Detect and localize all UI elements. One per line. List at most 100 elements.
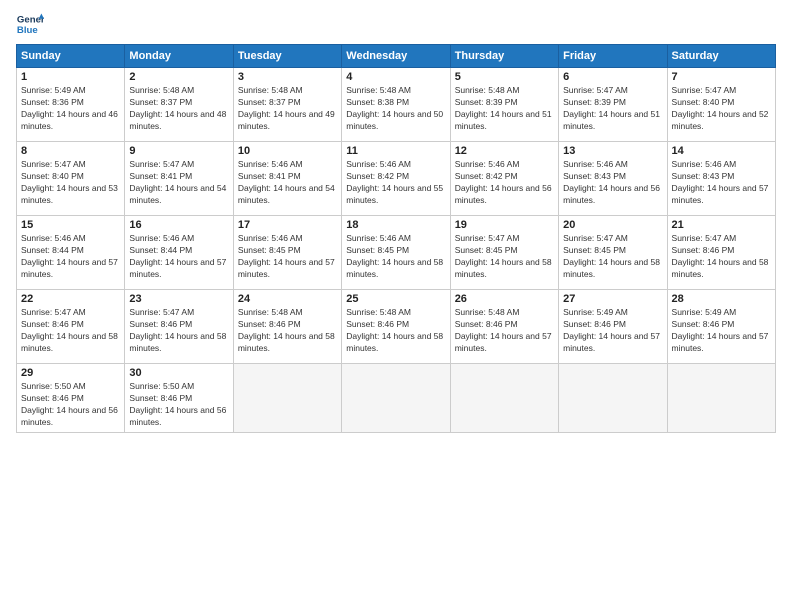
day-detail: Sunrise: 5:48 AMSunset: 8:46 PMDaylight:…: [346, 307, 443, 353]
day-number: 28: [672, 293, 771, 305]
day-number: 6: [563, 71, 662, 83]
day-detail: Sunrise: 5:48 AMSunset: 8:38 PMDaylight:…: [346, 85, 443, 131]
day-number: 23: [129, 293, 228, 305]
calendar-cell: 23 Sunrise: 5:47 AMSunset: 8:46 PMDaylig…: [125, 290, 233, 364]
day-detail: Sunrise: 5:49 AMSunset: 8:46 PMDaylight:…: [563, 307, 660, 353]
calendar-cell: 15 Sunrise: 5:46 AMSunset: 8:44 PMDaylig…: [17, 216, 125, 290]
calendar-cell: 26 Sunrise: 5:48 AMSunset: 8:46 PMDaylig…: [450, 290, 558, 364]
calendar-cell: 24 Sunrise: 5:48 AMSunset: 8:46 PMDaylig…: [233, 290, 341, 364]
day-number: 19: [455, 219, 554, 231]
calendar-cell: 8 Sunrise: 5:47 AMSunset: 8:40 PMDayligh…: [17, 142, 125, 216]
day-number: 7: [672, 71, 771, 83]
day-detail: Sunrise: 5:46 AMSunset: 8:42 PMDaylight:…: [346, 159, 443, 205]
weekday-header-sunday: Sunday: [17, 45, 125, 68]
calendar-cell: [667, 364, 775, 433]
weekday-header-row: SundayMondayTuesdayWednesdayThursdayFrid…: [17, 45, 776, 68]
calendar-cell: 19 Sunrise: 5:47 AMSunset: 8:45 PMDaylig…: [450, 216, 558, 290]
day-detail: Sunrise: 5:50 AMSunset: 8:46 PMDaylight:…: [129, 381, 226, 427]
calendar-cell: 3 Sunrise: 5:48 AMSunset: 8:37 PMDayligh…: [233, 68, 341, 142]
day-detail: Sunrise: 5:49 AMSunset: 8:36 PMDaylight:…: [21, 85, 118, 131]
day-number: 24: [238, 293, 337, 305]
calendar-cell: 12 Sunrise: 5:46 AMSunset: 8:42 PMDaylig…: [450, 142, 558, 216]
day-detail: Sunrise: 5:46 AMSunset: 8:42 PMDaylight:…: [455, 159, 552, 205]
day-number: 4: [346, 71, 445, 83]
week-row-3: 15 Sunrise: 5:46 AMSunset: 8:44 PMDaylig…: [17, 216, 776, 290]
calendar-cell: 1 Sunrise: 5:49 AMSunset: 8:36 PMDayligh…: [17, 68, 125, 142]
day-number: 1: [21, 71, 120, 83]
day-number: 14: [672, 145, 771, 157]
calendar-cell: 16 Sunrise: 5:46 AMSunset: 8:44 PMDaylig…: [125, 216, 233, 290]
day-detail: Sunrise: 5:47 AMSunset: 8:46 PMDaylight:…: [672, 233, 769, 279]
calendar-cell: 4 Sunrise: 5:48 AMSunset: 8:38 PMDayligh…: [342, 68, 450, 142]
calendar-cell: 14 Sunrise: 5:46 AMSunset: 8:43 PMDaylig…: [667, 142, 775, 216]
weekday-header-tuesday: Tuesday: [233, 45, 341, 68]
day-detail: Sunrise: 5:46 AMSunset: 8:45 PMDaylight:…: [346, 233, 443, 279]
week-row-1: 1 Sunrise: 5:49 AMSunset: 8:36 PMDayligh…: [17, 68, 776, 142]
day-detail: Sunrise: 5:48 AMSunset: 8:37 PMDaylight:…: [129, 85, 226, 131]
day-detail: Sunrise: 5:48 AMSunset: 8:39 PMDaylight:…: [455, 85, 552, 131]
day-number: 2: [129, 71, 228, 83]
day-detail: Sunrise: 5:46 AMSunset: 8:41 PMDaylight:…: [238, 159, 335, 205]
calendar-cell: 25 Sunrise: 5:48 AMSunset: 8:46 PMDaylig…: [342, 290, 450, 364]
week-row-4: 22 Sunrise: 5:47 AMSunset: 8:46 PMDaylig…: [17, 290, 776, 364]
calendar-cell: 5 Sunrise: 5:48 AMSunset: 8:39 PMDayligh…: [450, 68, 558, 142]
day-number: 13: [563, 145, 662, 157]
day-detail: Sunrise: 5:48 AMSunset: 8:46 PMDaylight:…: [455, 307, 552, 353]
svg-text:Blue: Blue: [17, 25, 38, 36]
day-number: 9: [129, 145, 228, 157]
calendar-cell: 29 Sunrise: 5:50 AMSunset: 8:46 PMDaylig…: [17, 364, 125, 433]
day-number: 3: [238, 71, 337, 83]
calendar-cell: 27 Sunrise: 5:49 AMSunset: 8:46 PMDaylig…: [559, 290, 667, 364]
day-number: 29: [21, 367, 120, 379]
day-detail: Sunrise: 5:47 AMSunset: 8:46 PMDaylight:…: [129, 307, 226, 353]
day-detail: Sunrise: 5:47 AMSunset: 8:39 PMDaylight:…: [563, 85, 660, 131]
calendar-cell: [342, 364, 450, 433]
calendar-cell: 7 Sunrise: 5:47 AMSunset: 8:40 PMDayligh…: [667, 68, 775, 142]
day-number: 21: [672, 219, 771, 231]
weekday-header-wednesday: Wednesday: [342, 45, 450, 68]
calendar-cell: 9 Sunrise: 5:47 AMSunset: 8:41 PMDayligh…: [125, 142, 233, 216]
calendar-cell: 22 Sunrise: 5:47 AMSunset: 8:46 PMDaylig…: [17, 290, 125, 364]
calendar-cell: 30 Sunrise: 5:50 AMSunset: 8:46 PMDaylig…: [125, 364, 233, 433]
svg-text:General: General: [17, 14, 44, 25]
logo-icon: General Blue: [16, 10, 44, 38]
weekday-header-saturday: Saturday: [667, 45, 775, 68]
day-number: 8: [21, 145, 120, 157]
day-number: 10: [238, 145, 337, 157]
day-detail: Sunrise: 5:47 AMSunset: 8:45 PMDaylight:…: [563, 233, 660, 279]
calendar-cell: 28 Sunrise: 5:49 AMSunset: 8:46 PMDaylig…: [667, 290, 775, 364]
day-detail: Sunrise: 5:47 AMSunset: 8:40 PMDaylight:…: [21, 159, 118, 205]
calendar-cell: 18 Sunrise: 5:46 AMSunset: 8:45 PMDaylig…: [342, 216, 450, 290]
calendar-cell: 17 Sunrise: 5:46 AMSunset: 8:45 PMDaylig…: [233, 216, 341, 290]
page: General Blue SundayMondayTuesdayWednesda…: [0, 0, 792, 612]
day-detail: Sunrise: 5:47 AMSunset: 8:46 PMDaylight:…: [21, 307, 118, 353]
calendar-cell: [559, 364, 667, 433]
calendar-cell: 6 Sunrise: 5:47 AMSunset: 8:39 PMDayligh…: [559, 68, 667, 142]
calendar-cell: [233, 364, 341, 433]
logo: General Blue: [16, 10, 44, 38]
day-number: 15: [21, 219, 120, 231]
day-detail: Sunrise: 5:46 AMSunset: 8:43 PMDaylight:…: [672, 159, 769, 205]
day-number: 5: [455, 71, 554, 83]
calendar-cell: 13 Sunrise: 5:46 AMSunset: 8:43 PMDaylig…: [559, 142, 667, 216]
calendar-cell: 10 Sunrise: 5:46 AMSunset: 8:41 PMDaylig…: [233, 142, 341, 216]
day-number: 26: [455, 293, 554, 305]
day-number: 16: [129, 219, 228, 231]
day-detail: Sunrise: 5:48 AMSunset: 8:37 PMDaylight:…: [238, 85, 335, 131]
calendar-cell: 2 Sunrise: 5:48 AMSunset: 8:37 PMDayligh…: [125, 68, 233, 142]
calendar-cell: [450, 364, 558, 433]
day-number: 12: [455, 145, 554, 157]
day-number: 22: [21, 293, 120, 305]
day-detail: Sunrise: 5:49 AMSunset: 8:46 PMDaylight:…: [672, 307, 769, 353]
header: General Blue: [16, 10, 776, 38]
day-number: 20: [563, 219, 662, 231]
day-detail: Sunrise: 5:47 AMSunset: 8:45 PMDaylight:…: [455, 233, 552, 279]
day-detail: Sunrise: 5:46 AMSunset: 8:44 PMDaylight:…: [21, 233, 118, 279]
day-number: 27: [563, 293, 662, 305]
weekday-header-thursday: Thursday: [450, 45, 558, 68]
day-number: 17: [238, 219, 337, 231]
day-detail: Sunrise: 5:46 AMSunset: 8:45 PMDaylight:…: [238, 233, 335, 279]
week-row-5: 29 Sunrise: 5:50 AMSunset: 8:46 PMDaylig…: [17, 364, 776, 433]
calendar-cell: 20 Sunrise: 5:47 AMSunset: 8:45 PMDaylig…: [559, 216, 667, 290]
calendar: SundayMondayTuesdayWednesdayThursdayFrid…: [16, 44, 776, 433]
